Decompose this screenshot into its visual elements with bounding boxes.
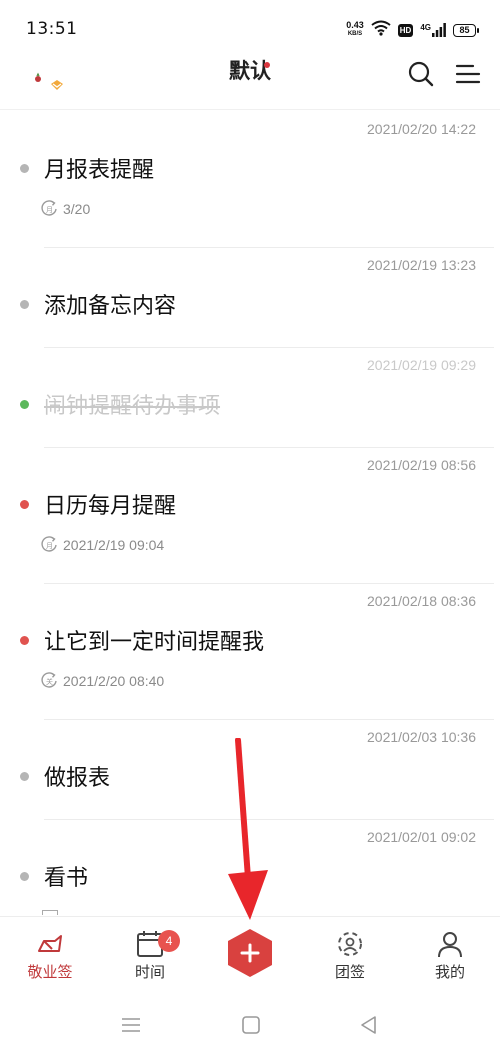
memo-reminder: 月 3/20 <box>40 199 90 218</box>
tab-jingyeqian[interactable]: 敬业签 <box>10 929 90 982</box>
search-icon[interactable] <box>407 60 435 88</box>
add-button[interactable] <box>226 928 274 978</box>
repeat-monthly-icon: 月 <box>41 536 57 552</box>
memo-title: 让它到一定时间提醒我 <box>44 630 265 655</box>
battery-level: 85 <box>459 24 470 35</box>
memo-title: 月报表提醒 <box>44 158 155 183</box>
recent-apps-icon[interactable] <box>120 1014 142 1036</box>
memo-reminder: 月 2021/2/19 09:04 <box>40 535 164 554</box>
back-icon[interactable] <box>358 1014 380 1036</box>
memo-date: 2021/02/19 08:56 <box>367 457 476 473</box>
team-icon <box>338 932 362 956</box>
tab-label: 我的 <box>434 963 465 981</box>
home-icon[interactable] <box>240 1014 262 1036</box>
memo-status-dot <box>20 636 29 645</box>
memo-item[interactable]: 2021/02/19 08:56 日历每月提醒 月 2021/2/19 09:0… <box>0 448 500 584</box>
tab-team[interactable]: 团签 <box>310 929 390 982</box>
memo-reminder-text: 2021/2/19 09:04 <box>63 536 165 553</box>
system-nav-bar <box>0 994 500 1055</box>
network-type: 4G <box>420 23 431 32</box>
memo-date: 2021/02/20 14:22 <box>367 121 476 137</box>
svg-text:月: 月 <box>46 542 53 550</box>
profile-icon <box>438 932 462 958</box>
memo-title: 看书 <box>44 866 89 891</box>
memo-title: 闹钟提醒待办事项 <box>44 394 221 419</box>
memo-item[interactable]: 2021/02/18 08:36 让它到一定时间提醒我 关 2021/2/20 … <box>0 584 500 720</box>
app-header: 默认 <box>0 58 500 110</box>
title-status-dot <box>264 62 270 68</box>
tab-label: 敬业签 <box>27 963 73 981</box>
signal-icon: 4G <box>420 23 446 37</box>
memo-status-dot <box>20 500 29 509</box>
memo-item[interactable]: 2021/02/20 14:22 月报表提醒 月 3/20 <box>0 112 500 248</box>
memo-status-dot <box>20 872 29 881</box>
tab-profile[interactable]: 我的 <box>410 929 490 982</box>
net-speed: 0.43 KB/S <box>346 21 364 39</box>
memo-item[interactable]: 2021/02/03 10:36 做报表 <box>0 720 500 820</box>
memo-reminder-text: 2021/2/20 08:40 <box>63 672 165 689</box>
memo-status-dot <box>20 400 29 409</box>
memo-date: 2021/02/01 09:02 <box>367 829 476 845</box>
net-speed-unit: KB/S <box>347 31 363 37</box>
battery-icon: 85 <box>453 23 479 37</box>
notification-badge: 4 <box>158 930 180 952</box>
status-bar: 13:51 0.43 KB/S HD 4G 85 <box>0 0 500 58</box>
memo-reminder-text: 3/20 <box>63 200 91 217</box>
tab-label: 团签 <box>334 963 365 981</box>
memo-item[interactable]: 2021/02/19 09:29 闹钟提醒待办事项 <box>0 348 500 448</box>
memo-status-dot <box>20 300 29 309</box>
note-tag-icon <box>38 935 62 952</box>
memo-date: 2021/02/18 08:36 <box>367 593 476 609</box>
memo-date: 2021/02/19 09:29 <box>367 357 476 373</box>
menu-icon[interactable] <box>455 62 481 86</box>
memo-item[interactable]: 2021/02/19 13:23 添加备忘内容 <box>0 248 500 348</box>
memo-item[interactable]: 2021/02/01 09:02 看书 <box>0 820 500 915</box>
svg-text:关: 关 <box>46 677 53 686</box>
status-icons: 0.43 KB/S HD 4G 85 <box>346 20 479 40</box>
repeat-monthly-icon: 月 <box>41 200 57 216</box>
wifi-icon <box>371 20 391 40</box>
memo-date: 2021/02/03 10:36 <box>367 729 476 745</box>
memo-status-dot <box>20 772 29 781</box>
memo-list[interactable]: 2021/02/20 14:22 月报表提醒 月 3/20 2021/02/19… <box>0 112 500 915</box>
net-speed-value: 0.43 <box>346 20 364 30</box>
memo-reminder: 关 2021/2/20 08:40 <box>40 671 164 690</box>
memo-status-dot <box>20 164 29 173</box>
repeat-off-icon: 关 <box>41 672 57 688</box>
bottom-tab-bar: 敬业签 时间 4 团签 我的 <box>0 916 500 994</box>
svg-text:月: 月 <box>46 206 53 214</box>
memo-attachment-icon <box>42 910 58 915</box>
hd-badge: HD <box>397 23 414 37</box>
memo-date: 2021/02/19 13:23 <box>367 257 476 273</box>
status-time: 13:51 <box>26 19 78 39</box>
memo-title: 做报表 <box>44 766 111 791</box>
memo-title: 添加备忘内容 <box>44 294 177 319</box>
tab-label: 时间 <box>134 963 165 981</box>
memo-title: 日历每月提醒 <box>44 494 177 519</box>
